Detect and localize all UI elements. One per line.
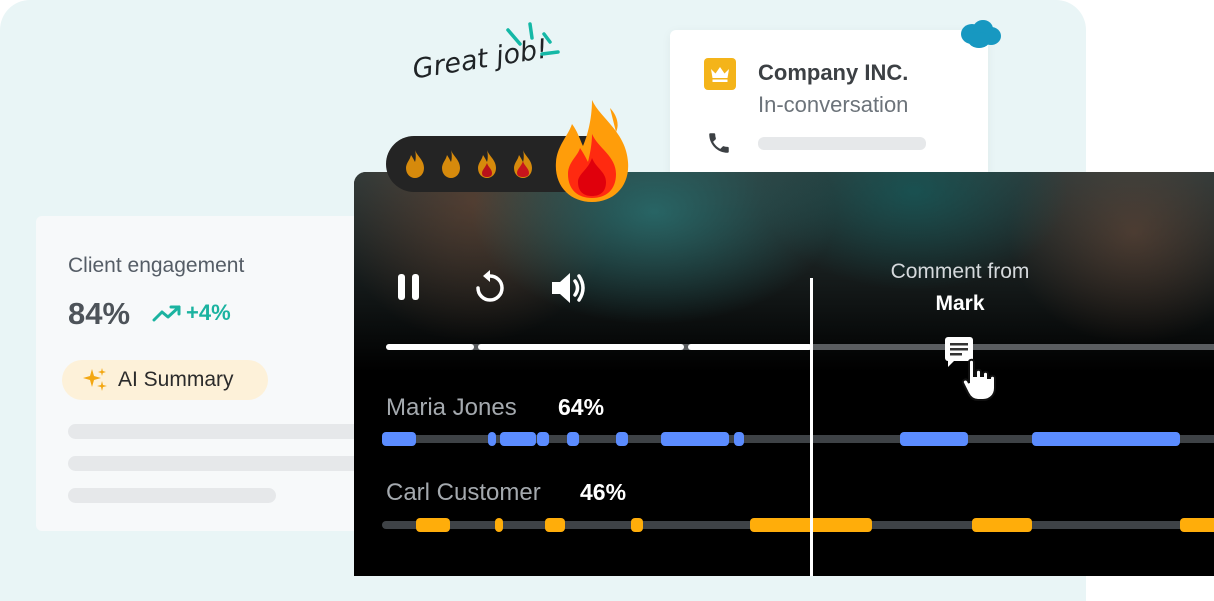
- speaker-percent: 64%: [558, 394, 605, 420]
- seek-bar-played-segment: [688, 344, 812, 350]
- speaker-talk-segment[interactable]: [900, 432, 968, 446]
- volume-icon[interactable]: [550, 270, 590, 306]
- pointer-hand-icon: [961, 358, 996, 401]
- speaker-percent: 46%: [580, 479, 627, 505]
- speaker-talk-segment[interactable]: [488, 432, 496, 446]
- company-status: In-conversation: [758, 92, 909, 117]
- crown-icon: [704, 58, 736, 90]
- celebration-burst-icon: [506, 22, 560, 56]
- trending-up-icon: [152, 305, 181, 322]
- speaker-name: Carl Customer: [386, 479, 541, 506]
- flame-icon: [478, 150, 496, 178]
- company-name: Company INC.: [758, 60, 909, 85]
- speaker-talk-segment[interactable]: [382, 432, 416, 446]
- ai-summary-label: AI Summary: [118, 368, 234, 391]
- engagement-percent: 84%: [68, 296, 131, 331]
- phone-placeholder-line: [758, 137, 926, 150]
- speaker-talk-segment[interactable]: [734, 432, 744, 446]
- seek-bar-played-segment: [478, 344, 684, 350]
- salesforce-cloud-icon: [961, 20, 1001, 48]
- ai-summary-button[interactable]: AI Summary: [62, 360, 268, 400]
- speaker-talk-segment[interactable]: [631, 518, 643, 532]
- sparkle-icon: [83, 368, 107, 391]
- client-engagement-card: Client engagement 84% +4% AI Summary: [36, 216, 366, 531]
- speaker-talk-segment[interactable]: [1180, 518, 1214, 532]
- playhead[interactable]: [810, 278, 813, 576]
- phone-icon[interactable]: [706, 130, 732, 156]
- speaker-talk-segment[interactable]: [972, 518, 1032, 532]
- speaker-name: Maria Jones: [386, 394, 517, 421]
- company-card[interactable]: Company INC. In-conversation: [670, 30, 988, 190]
- pause-icon[interactable]: [394, 270, 426, 306]
- flame-icon: [442, 150, 460, 178]
- speaker-talk-segment[interactable]: [567, 432, 579, 446]
- engagement-title: Client engagement: [68, 254, 245, 277]
- speaker-talk-segment[interactable]: [616, 432, 628, 446]
- replay-icon[interactable]: [470, 270, 510, 306]
- comment-author: Mark: [935, 292, 985, 315]
- flame-icon: [406, 150, 424, 178]
- speaker-talk-segment[interactable]: [545, 518, 565, 532]
- speaker-talk-segment[interactable]: [661, 432, 729, 446]
- big-flame-icon: [555, 100, 629, 202]
- summary-placeholder-line: [68, 424, 366, 439]
- engagement-change: +4%: [186, 300, 231, 325]
- engagement-trend: +4%: [152, 300, 231, 326]
- summary-placeholder-line: [68, 456, 366, 471]
- summary-placeholder-line: [68, 488, 276, 503]
- call-recording-player[interactable]: Comment from Mark Maria Jones 64% Carl C…: [354, 172, 1214, 576]
- flame-icon: [514, 150, 532, 178]
- comment-from-label: Comment from: [890, 260, 1030, 283]
- seek-bar-played-segment: [386, 344, 474, 350]
- speaker-talk-segment[interactable]: [1032, 432, 1180, 446]
- speaker-talk-segment[interactable]: [537, 432, 549, 446]
- speaker-talk-segment[interactable]: [495, 518, 503, 532]
- speaker-talk-segment[interactable]: [500, 432, 536, 446]
- speaker-talk-segment[interactable]: [416, 518, 450, 532]
